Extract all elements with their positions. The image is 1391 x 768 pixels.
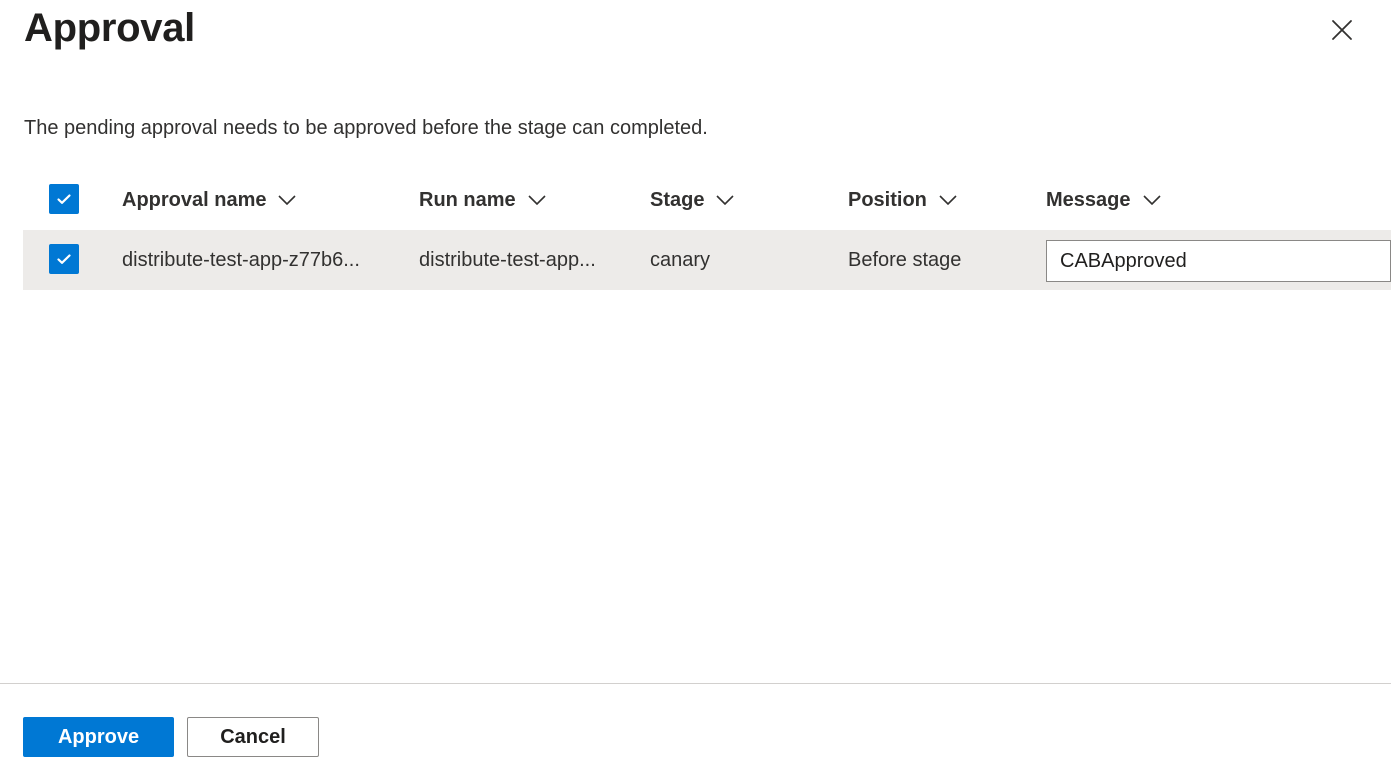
chevron-down-icon xyxy=(939,195,957,205)
approve-button[interactable]: Approve xyxy=(23,717,174,757)
column-header-label: Message xyxy=(1046,188,1131,211)
column-header-label: Position xyxy=(848,188,927,211)
dialog-title: Approval xyxy=(24,6,195,50)
cancel-button[interactable]: Cancel xyxy=(187,717,319,757)
cell-position: Before stage xyxy=(848,230,1038,290)
table-header: Approval name Run name Stage Position Me… xyxy=(23,170,1391,230)
chevron-down-icon xyxy=(278,195,297,205)
cell-stage: canary xyxy=(650,230,830,290)
dialog-description: The pending approval needs to be approve… xyxy=(24,117,708,139)
stage-text: canary xyxy=(650,249,711,271)
cell-run-name: distribute-test-app... xyxy=(419,230,619,290)
chevron-down-icon xyxy=(1142,195,1161,205)
footer-divider xyxy=(0,683,1391,684)
chevron-down-icon xyxy=(528,195,546,205)
message-input[interactable] xyxy=(1046,240,1391,282)
column-header-label: Approval name xyxy=(122,188,267,211)
position-text: Before stage xyxy=(848,249,962,271)
close-icon xyxy=(1332,20,1352,40)
column-header-position[interactable]: Position xyxy=(848,170,1038,230)
column-header-message[interactable]: Message xyxy=(1046,170,1391,230)
table-row[interactable]: distribute-test-app-z77b6... distribute-… xyxy=(23,230,1391,290)
chevron-down-icon xyxy=(716,195,735,205)
column-header-label: Run name xyxy=(419,188,516,211)
row-checkbox[interactable] xyxy=(49,244,79,274)
checkmark-icon xyxy=(57,254,71,264)
column-header-label: Stage xyxy=(650,188,705,211)
cell-approval-name: distribute-test-app-z77b6... xyxy=(122,230,392,290)
select-all-checkbox[interactable] xyxy=(49,184,79,214)
approvals-table: Approval name Run name Stage Position Me… xyxy=(23,170,1391,290)
approval-dialog: Approval The pending approval needs to b… xyxy=(0,0,1391,768)
column-header-run-name[interactable]: Run name xyxy=(419,170,619,230)
checkmark-icon xyxy=(57,194,71,204)
column-header-approval-name[interactable]: Approval name xyxy=(122,170,392,230)
approval-name-text: distribute-test-app-z77b6... xyxy=(122,249,360,271)
column-header-stage[interactable]: Stage xyxy=(650,170,830,230)
close-button[interactable] xyxy=(1322,10,1362,50)
run-name-text: distribute-test-app... xyxy=(419,249,596,271)
